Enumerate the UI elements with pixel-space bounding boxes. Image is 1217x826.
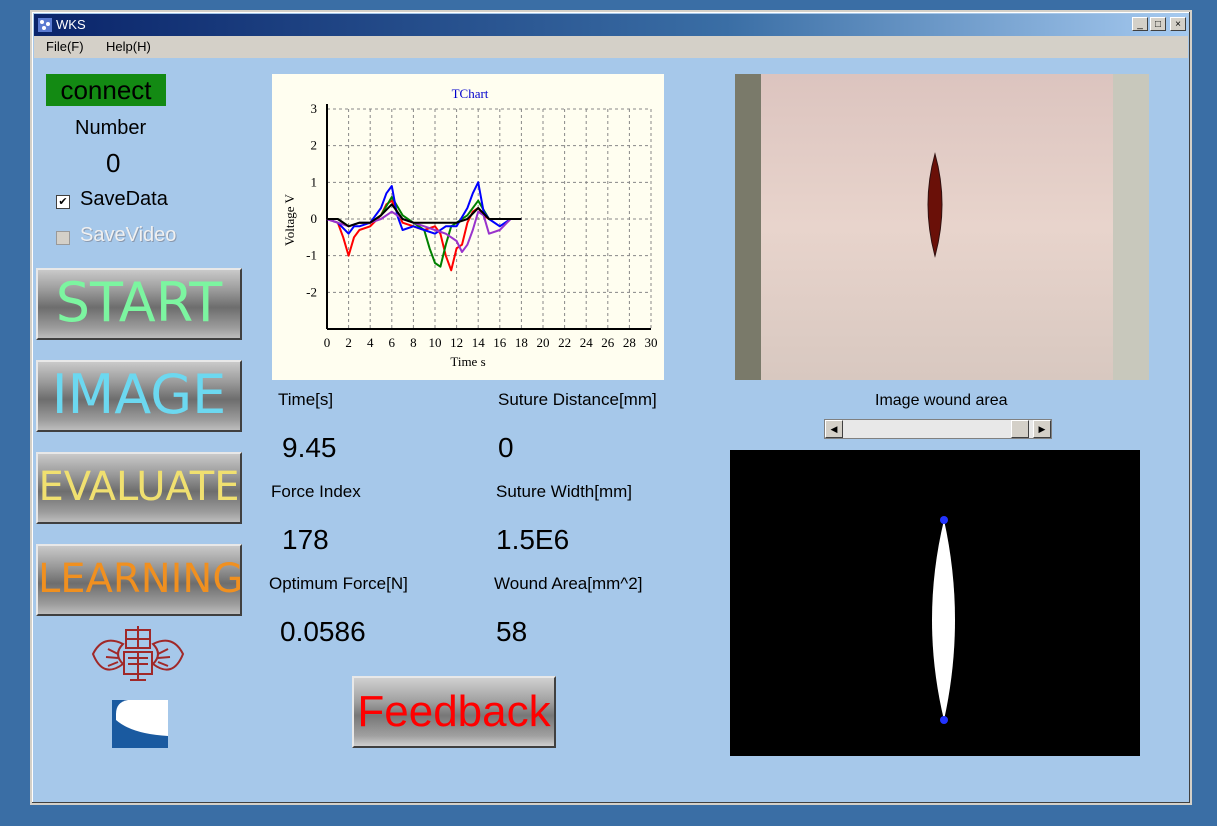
menu-bar: File(F) Help(H) [34,36,1188,58]
chart-lines [326,181,522,272]
chart-ytick-label: 2 [311,138,318,153]
image-wound-area-label: Image wound area [875,392,1008,409]
chart-series-line-0 [326,199,522,272]
close-button[interactable]: × [1170,17,1186,31]
evaluate-button[interactable]: EVALUATE [36,452,242,524]
image-button[interactable]: IMAGE [36,360,242,432]
chart-svg: TChart 0 2 4 6 8 10 12 14 16 18 20 22 24 26 28 303210-1… [282,86,658,369]
chart-xtick-label: 16 [493,335,507,350]
window-title: WKS [56,17,86,32]
learning-button[interactable]: LEARNING [36,544,242,616]
voltage-chart: TChart 0 2 4 6 8 10 12 14 16 18 20 22 24 26 28 30 3 2 1 0 -1… [272,74,664,380]
feedback-button[interactable]: Feedback [352,676,556,748]
scroll-left-arrow-icon[interactable]: ◀ [825,420,843,438]
time-label: Time[s] [278,390,334,409]
university-emblem-logo [91,626,185,681]
binary-wound-image [730,450,1140,756]
wound-area-label: Wound Area[mm^2] [494,574,643,593]
chart-title: TChart [452,86,489,101]
institution-logo [112,700,168,748]
chart-xtick-label: 14 [472,335,486,350]
chart-series-line-4 [327,203,522,228]
binary-wound-svg [932,516,955,724]
chart-ytick-label: 1 [311,174,318,189]
number-label: Number [75,117,147,139]
chart-xtick-label: 8 [410,335,417,350]
camera-image-svg [735,74,1149,380]
optimum-force-label: Optimum Force[N] [269,574,408,593]
force-index-label: Force Index [271,482,361,501]
savedata-checkbox[interactable]: ✔ [56,195,70,209]
chart-xtick-label: 26 [601,335,615,350]
image-threshold-slider[interactable]: ◀ ▶ [824,419,1052,439]
minimize-button[interactable]: _ [1132,17,1148,31]
connect-status[interactable]: connect [46,74,166,106]
suture-distance-label: Suture Distance[mm] [498,390,657,409]
number-value: 0 [106,148,121,178]
suture-width-label: Suture Width[mm] [496,482,633,501]
title-bar[interactable]: WKS _ □ × [34,14,1188,36]
time-value: 9.45 [282,432,337,463]
chart-xtick-label: 18 [515,335,528,350]
savedata-label: SaveData [80,188,168,210]
chart-xtick-label: 4 [367,335,374,350]
camera-image [735,74,1149,380]
suture-width-value: 1.5E6 [496,524,570,555]
chart-xtick-label: 2 [345,335,352,350]
scroll-right-arrow-icon[interactable]: ▶ [1033,420,1051,438]
chart-xtick-label: 28 [623,335,636,350]
chart-xtick-label: 12 [450,335,463,350]
app-icon [38,18,52,32]
chart-xtick-label: 22 [558,335,571,350]
chart-ytick-label: 0 [311,211,318,226]
start-button[interactable]: START [36,268,242,340]
chart-ytick-label: -1 [306,248,317,263]
menu-help[interactable]: Help(H) [106,36,151,58]
chart-ylabel: Voltage V [282,193,297,245]
savevideo-checkbox[interactable] [56,231,70,245]
savevideo-label: SaveVideo [80,224,177,246]
wound-area-value: 58 [496,616,528,647]
chart-xtick-label: 0 [324,335,331,350]
chart-ytick-label: 3 [311,101,318,116]
suture-distance-value: 0 [498,432,514,463]
chart-ytick-label: -2 [306,284,317,299]
menu-file[interactable]: File(F) [46,36,84,58]
slider-thumb[interactable] [1011,420,1029,438]
optimum-force-value: 0.0586 [280,616,366,647]
chart-xtick-label: 24 [580,335,594,350]
chart-xlabel: Time s [450,354,485,369]
chart-xtick-label: 6 [389,335,396,350]
maximize-button[interactable]: □ [1150,17,1166,31]
main-window: WKS _ □ × File(F) Help(H) connect Number… [30,10,1192,805]
chart-xtick-label: 20 [537,335,550,350]
chart-xtick-label: 10 [429,335,442,350]
force-index-value: 178 [282,524,329,555]
chart-xtick-label: 30 [645,335,658,350]
